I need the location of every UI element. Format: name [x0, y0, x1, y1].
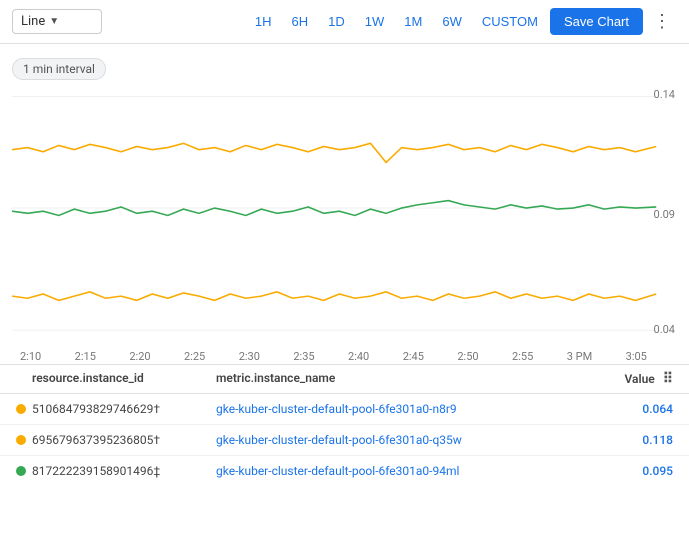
- metric-col-2: gke-kuber-cluster-default-pool-6fe301a0-…: [216, 464, 593, 478]
- x-label-0: 2:10: [20, 350, 41, 363]
- value-col-0: 0.064: [593, 402, 673, 416]
- x-label-4: 2:30: [239, 350, 260, 363]
- instance-col-1: 695679637395236805†: [16, 433, 216, 447]
- x-label-6: 2:40: [348, 350, 369, 363]
- chart-area: 1 min interval 0.14 0.09 0.04 2:10 2:15 …: [0, 44, 689, 364]
- dot-2: [16, 466, 26, 476]
- value-col-2: 0.095: [593, 464, 673, 478]
- time-btn-6w[interactable]: 6W: [434, 10, 470, 33]
- x-label-10: 3 PM: [567, 350, 592, 363]
- value-col-1: 0.118: [593, 433, 673, 447]
- legend-table: resource.instance_id metric.instance_nam…: [0, 364, 689, 486]
- x-label-5: 2:35: [293, 350, 314, 363]
- chart-svg: [12, 86, 677, 346]
- instance-col-2: 817222239158901496‡: [16, 464, 216, 478]
- metric-col-0: gke-kuber-cluster-default-pool-6fe301a0-…: [216, 402, 593, 416]
- instance-id-2: 817222239158901496‡: [32, 464, 160, 478]
- col-header-instance: resource.instance_id: [16, 371, 216, 387]
- x-label-2: 2:20: [129, 350, 150, 363]
- x-label-9: 2:55: [512, 350, 533, 363]
- x-label-3: 2:25: [184, 350, 205, 363]
- y-label-top: 0.14: [654, 88, 675, 101]
- toolbar: Line ▼ 1H 6H 1D 1W 1M 6W CUSTOM Save Cha…: [0, 0, 689, 44]
- x-label-1: 2:15: [75, 350, 96, 363]
- more-options-button[interactable]: ⋮: [647, 9, 677, 34]
- legend-row-2: 817222239158901496‡ gke-kuber-cluster-de…: [0, 456, 689, 486]
- instance-id-0: 510684793829746629†: [32, 402, 160, 416]
- y-label-mid: 0.09: [654, 208, 675, 221]
- legend-header: resource.instance_id metric.instance_nam…: [0, 365, 689, 394]
- time-btn-6h[interactable]: 6H: [284, 10, 317, 33]
- legend-row-0: 510684793829746629† gke-kuber-cluster-de…: [0, 394, 689, 425]
- time-btn-1w[interactable]: 1W: [357, 10, 393, 33]
- metric-col-1: gke-kuber-cluster-default-pool-6fe301a0-…: [216, 433, 593, 447]
- y-label-bot: 0.04: [654, 323, 675, 336]
- chart-type-select[interactable]: Line ▼: [12, 9, 102, 34]
- metric-link-1[interactable]: gke-kuber-cluster-default-pool-6fe301a0-…: [216, 433, 462, 447]
- chevron-down-icon: ▼: [49, 16, 59, 27]
- chart-type-label: Line: [21, 14, 45, 29]
- metric-link-0[interactable]: gke-kuber-cluster-default-pool-6fe301a0-…: [216, 402, 457, 416]
- col-header-value: Value ⠿: [593, 371, 673, 387]
- save-chart-button[interactable]: Save Chart: [550, 8, 643, 35]
- instance-col-0: 510684793829746629†: [16, 402, 216, 416]
- x-label-11: 3:05: [626, 350, 647, 363]
- x-label-8: 2:50: [457, 350, 478, 363]
- instance-id-1: 695679637395236805†: [32, 433, 160, 447]
- dot-0: [16, 404, 26, 414]
- time-btn-1d[interactable]: 1D: [320, 10, 353, 33]
- col-header-metric: metric.instance_name: [216, 371, 593, 387]
- legend-row-1: 695679637395236805† gke-kuber-cluster-de…: [0, 425, 689, 456]
- dot-1: [16, 435, 26, 445]
- time-btn-1h[interactable]: 1H: [247, 10, 280, 33]
- grid-columns-icon[interactable]: ⠿: [663, 371, 673, 387]
- time-btn-1m[interactable]: 1M: [396, 10, 430, 33]
- x-axis: 2:10 2:15 2:20 2:25 2:30 2:35 2:40 2:45 …: [0, 346, 659, 367]
- chart-wrapper: 0.14 0.09 0.04: [12, 86, 677, 346]
- x-label-7: 2:45: [403, 350, 424, 363]
- interval-badge: 1 min interval: [12, 58, 106, 80]
- metric-link-2[interactable]: gke-kuber-cluster-default-pool-6fe301a0-…: [216, 464, 459, 478]
- time-buttons: 1H 6H 1D 1W 1M 6W CUSTOM Save Chart ⋮: [247, 8, 677, 35]
- time-btn-custom[interactable]: CUSTOM: [474, 10, 546, 33]
